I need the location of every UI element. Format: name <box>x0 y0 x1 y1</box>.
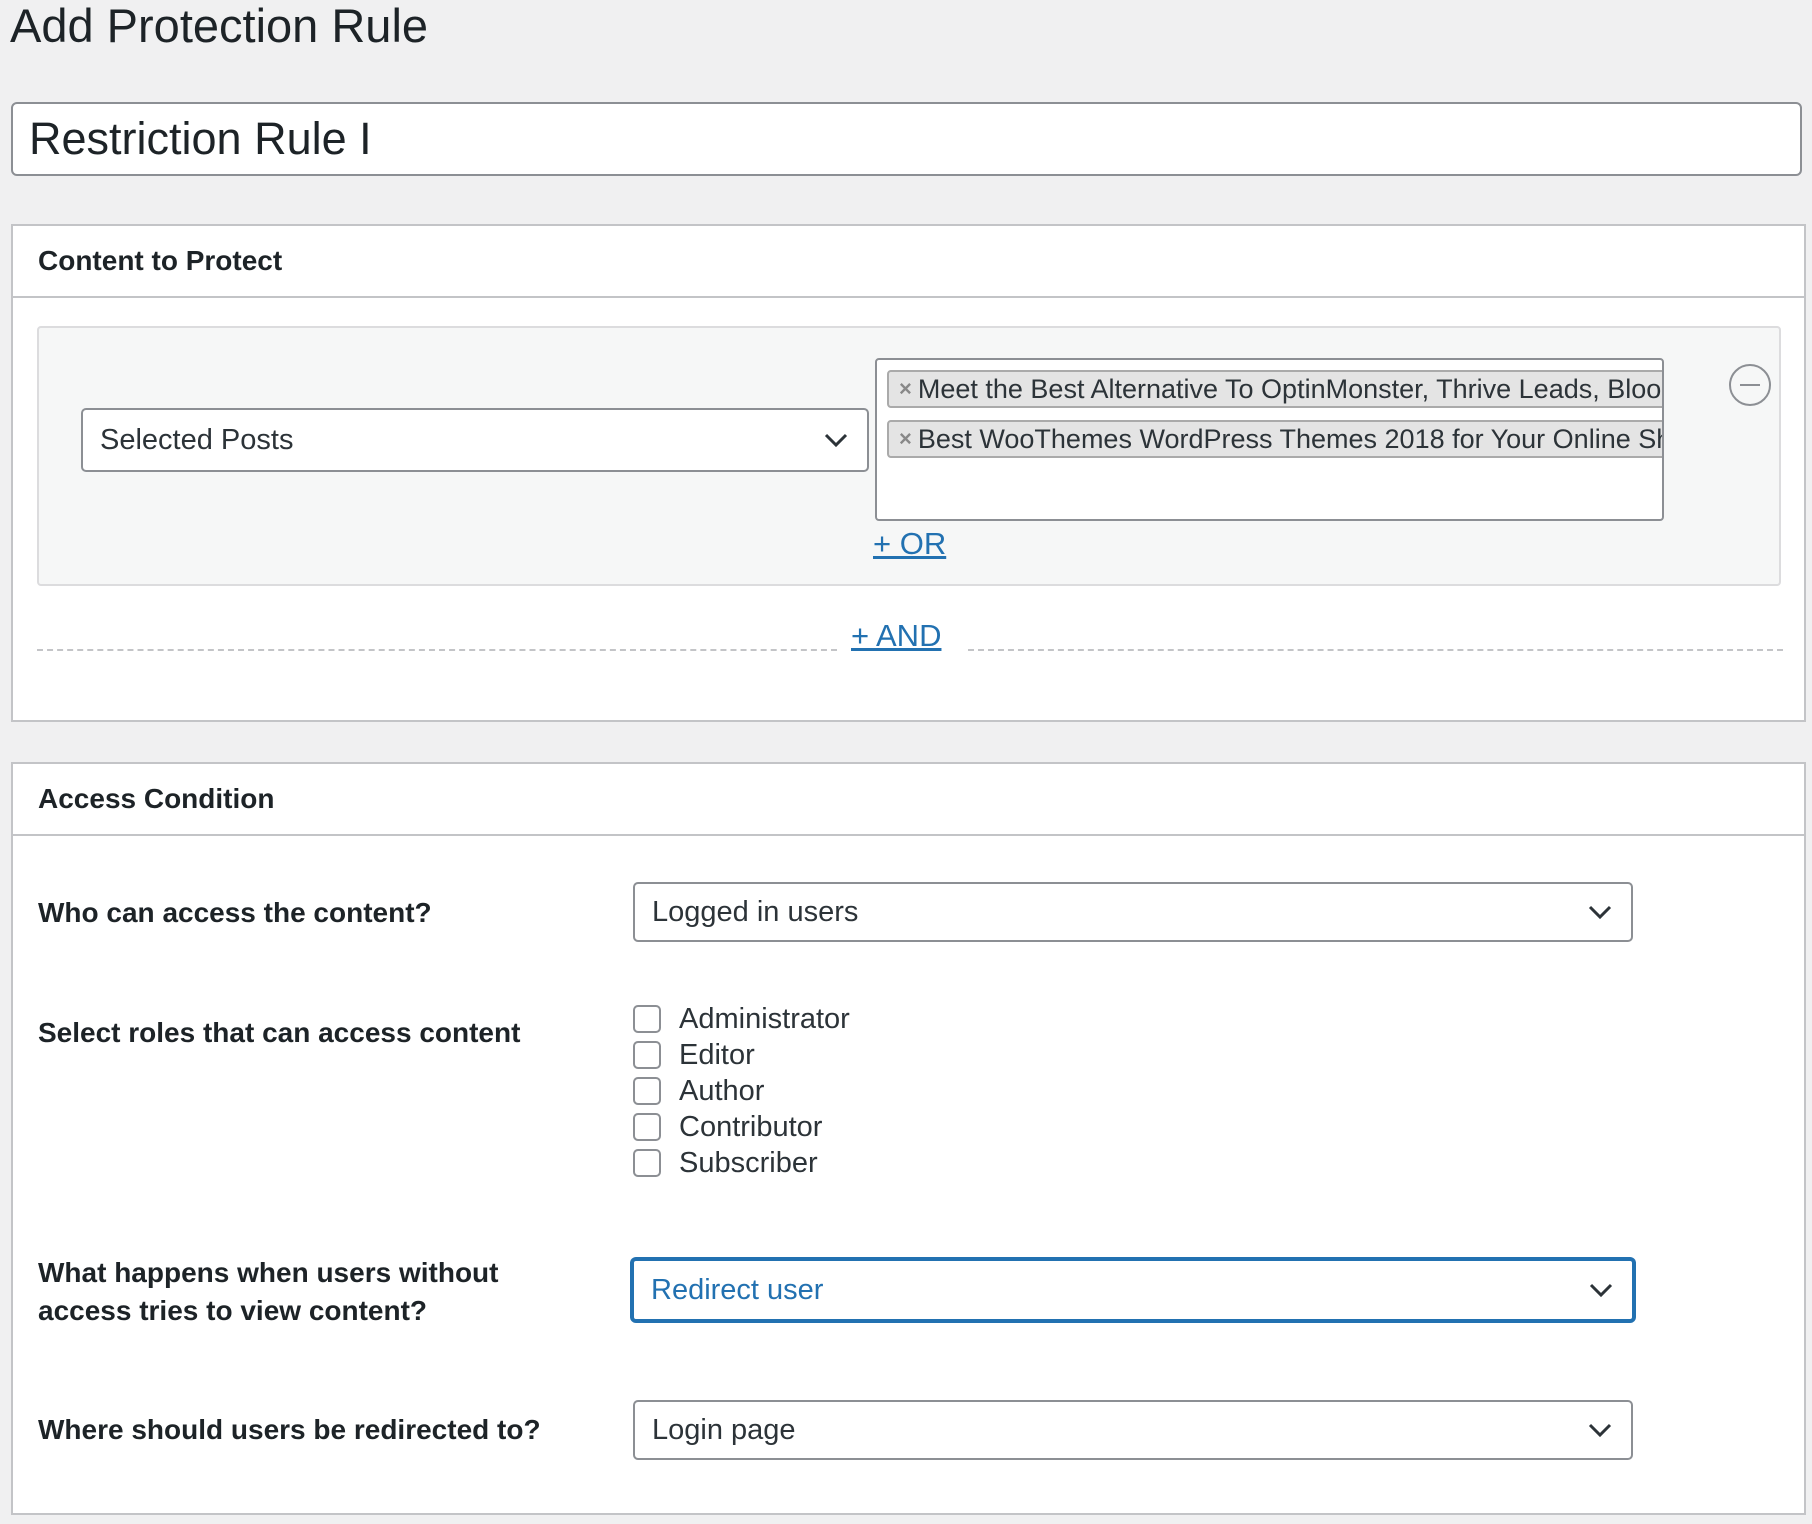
role-label: Contributor <box>679 1110 823 1143</box>
checkbox[interactable] <box>633 1077 661 1105</box>
checkbox[interactable] <box>633 1041 661 1069</box>
checkbox[interactable] <box>633 1113 661 1141</box>
access-condition-panel: Access Condition Who can access the cont… <box>11 762 1806 1515</box>
selected-post-label: Meet the Best Alternative To OptinMonste… <box>917 373 1664 404</box>
select-roles-label: Select roles that can access content <box>38 1017 521 1048</box>
chevron-down-icon <box>824 433 848 448</box>
chevron-down-icon <box>1588 1423 1612 1438</box>
role-label: Author <box>679 1074 765 1107</box>
no-access-action-label-line1: What happens when users without <box>38 1257 499 1288</box>
role-checkbox-author[interactable]: Author <box>633 1074 764 1108</box>
role-checkbox-contributor[interactable]: Contributor <box>633 1110 822 1144</box>
role-checkbox-subscriber[interactable]: Subscriber <box>633 1146 818 1180</box>
tag-remove-icon[interactable]: × <box>899 426 912 452</box>
role-label: Editor <box>679 1038 755 1071</box>
chevron-down-icon <box>1588 905 1612 920</box>
role-checkbox-editor[interactable]: Editor <box>633 1038 755 1072</box>
content-type-select[interactable]: Selected Posts <box>81 408 869 472</box>
no-access-action-select[interactable]: Redirect user <box>631 1258 1635 1322</box>
who-can-access-label: Who can access the content? <box>38 897 432 928</box>
rule-title-value: Restriction Rule I <box>29 113 372 164</box>
page-title: Add Protection Rule <box>10 0 429 52</box>
role-label: Administrator <box>679 1002 850 1035</box>
content-type-value: Selected Posts <box>100 423 294 456</box>
tag-remove-icon[interactable]: × <box>899 376 912 402</box>
no-access-action-label: What happens when users without access t… <box>38 1254 498 1330</box>
and-divider-left <box>37 649 837 651</box>
selected-post-tag: × Best WooThemes WordPress Themes 2018 f… <box>887 420 1664 458</box>
rule-title-input[interactable]: Restriction Rule I <box>11 102 1802 176</box>
access-condition-heading: Access Condition <box>13 764 1804 836</box>
add-or-link[interactable]: + OR <box>873 526 946 562</box>
role-label: Subscriber <box>679 1146 818 1179</box>
redirect-target-select[interactable]: Login page <box>633 1400 1633 1460</box>
who-can-access-value: Logged in users <box>652 895 859 928</box>
content-to-protect-panel: Content to Protect Selected Posts × Meet… <box>11 224 1806 722</box>
checkbox[interactable] <box>633 1005 661 1033</box>
selected-posts-multiselect[interactable]: × Meet the Best Alternative To OptinMons… <box>875 358 1664 521</box>
add-and-link[interactable]: + AND <box>851 618 941 654</box>
and-divider-right <box>968 649 1783 651</box>
no-access-action-label-line2: access tries to view content? <box>38 1295 428 1326</box>
rule-group: Selected Posts × Meet the Best Alternati… <box>37 326 1781 586</box>
redirect-target-value: Login page <box>652 1413 796 1446</box>
no-access-action-value: Redirect user <box>651 1273 824 1306</box>
remove-circle-icon[interactable] <box>1729 364 1771 406</box>
selected-post-label: Best WooThemes WordPress Themes 2018 for… <box>917 423 1664 454</box>
chevron-down-icon <box>1589 1283 1613 1298</box>
checkbox[interactable] <box>633 1149 661 1177</box>
selected-post-tag: × Meet the Best Alternative To OptinMons… <box>887 370 1664 408</box>
who-can-access-select[interactable]: Logged in users <box>633 882 1633 942</box>
role-checkbox-administrator[interactable]: Administrator <box>633 1002 850 1036</box>
content-to-protect-heading: Content to Protect <box>13 226 1804 298</box>
redirect-target-label: Where should users be redirected to? <box>38 1414 541 1445</box>
